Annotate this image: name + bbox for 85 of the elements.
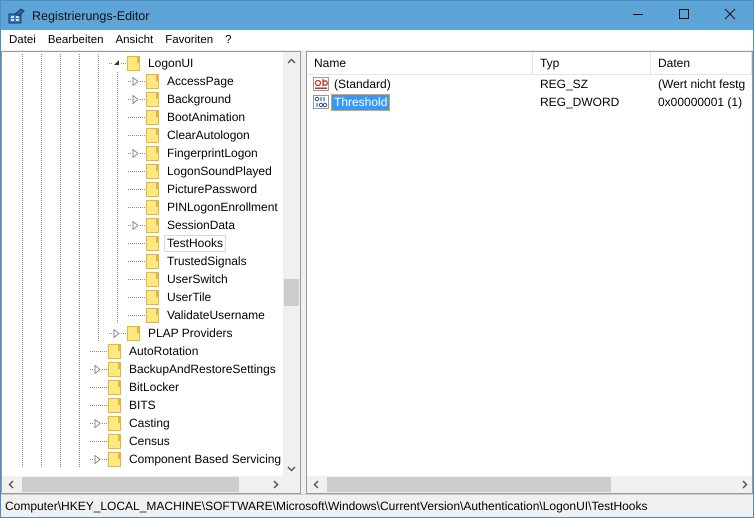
scroll-right-icon[interactable] <box>742 480 748 489</box>
column-header[interactable]: Name <box>307 52 533 74</box>
horizontal-scrollbar[interactable] <box>307 476 752 493</box>
folder-icon <box>127 55 141 71</box>
scroll-down-icon[interactable] <box>287 466 296 472</box>
value-type: REG_DWORD <box>539 95 620 109</box>
menu-item[interactable]: Bearbeiten <box>42 34 110 46</box>
expand-arrow-icon[interactable] <box>132 221 139 230</box>
folder-icon <box>146 109 160 125</box>
tree-item[interactable]: AccessPage <box>164 72 237 90</box>
value-name[interactable]: (Standard) <box>331 76 394 92</box>
folder-icon <box>146 163 160 179</box>
tree-item[interactable]: FingerprintLogon <box>164 144 261 162</box>
folder-icon <box>146 289 160 305</box>
tree-item[interactable]: ClearAutologon <box>164 126 253 144</box>
scroll-right-icon[interactable] <box>273 480 279 489</box>
registry-editor-icon <box>7 8 25 24</box>
window-title: Registrierungs-Editor <box>32 8 150 22</box>
tree-item[interactable]: BitLocker <box>126 378 182 396</box>
vertical-scrollbar[interactable] <box>283 52 300 476</box>
menu-item[interactable]: ? <box>219 34 238 46</box>
tree-item[interactable]: TestHooks <box>164 234 226 252</box>
folder-icon <box>146 199 160 215</box>
column-header[interactable]: Typ <box>533 52 651 74</box>
tree-item[interactable]: BootAnimation <box>164 108 248 126</box>
scroll-thumb[interactable] <box>284 279 299 306</box>
scroll-thumb[interactable] <box>22 477 239 492</box>
tree-item[interactable]: Census <box>126 432 173 450</box>
tree-item[interactable]: UserTile <box>164 288 214 306</box>
scroll-up-icon[interactable] <box>287 58 296 64</box>
string-value-icon <box>313 77 329 91</box>
tree-item[interactable]: PINLogonEnrollment <box>164 198 281 216</box>
folder-icon <box>146 145 160 161</box>
tree-item[interactable]: SessionData <box>164 216 238 234</box>
folder-icon <box>146 181 160 197</box>
tree-item[interactable]: AutoRotation <box>126 342 202 360</box>
scroll-thumb[interactable] <box>327 477 611 492</box>
expand-arrow-icon[interactable] <box>94 455 101 464</box>
folder-icon <box>108 397 122 413</box>
tree-item[interactable]: Component Based Servicing <box>126 450 283 468</box>
folder-icon <box>146 73 160 89</box>
folder-icon <box>108 433 122 449</box>
column-header[interactable]: Daten <box>651 52 752 74</box>
expand-arrow-icon[interactable] <box>94 365 101 374</box>
tree-item[interactable]: Casting <box>126 414 173 432</box>
scroll-left-icon[interactable] <box>313 480 319 489</box>
folder-icon <box>108 343 122 359</box>
expand-arrow-icon[interactable] <box>132 149 139 158</box>
tree-item[interactable]: LogonUI <box>145 54 196 72</box>
tree-item[interactable]: BITS <box>126 396 159 414</box>
folder-icon <box>146 271 160 287</box>
tree-item[interactable]: ValidateUsername <box>164 306 268 324</box>
close-icon <box>724 8 736 20</box>
folder-icon <box>108 379 122 395</box>
folder-icon <box>108 415 122 431</box>
folder-icon <box>146 91 160 107</box>
tree-item[interactable]: PLAP Providers <box>145 324 236 342</box>
folder-icon <box>108 361 122 377</box>
menu-item[interactable]: Datei <box>3 34 42 46</box>
binary-value-icon <box>313 95 329 109</box>
value-type: REG_SZ <box>539 77 590 91</box>
tree-item[interactable]: Background <box>164 90 234 108</box>
expand-arrow-icon[interactable] <box>132 95 139 104</box>
scroll-left-icon[interactable] <box>8 480 14 489</box>
tree-item[interactable]: UserSwitch <box>164 270 231 288</box>
key-path: Computer\HKEY_LOCAL_MACHINE\SOFTWARE\Microsoft\Windows\CurrentVersion\Authentication\LogonUI\TestHooks <box>5 499 648 513</box>
menu-item[interactable]: Ansicht <box>109 34 160 46</box>
expand-arrow-icon[interactable] <box>94 419 101 428</box>
folder-icon <box>146 217 160 233</box>
folder-icon <box>108 451 122 467</box>
value-data: (Wert nicht festg <box>657 77 746 91</box>
folder-icon <box>146 307 160 323</box>
tree-item[interactable]: BackupAndRestoreSettings <box>126 360 279 378</box>
folder-icon <box>146 235 160 251</box>
value-data: 0x00000001 (1) <box>657 95 744 109</box>
tree-item[interactable]: TrustedSignals <box>164 252 250 270</box>
tree-item[interactable]: PicturePassword <box>164 180 260 198</box>
tree-item[interactable]: LogonSoundPlayed <box>164 162 275 180</box>
expand-arrow-icon[interactable] <box>132 77 139 86</box>
folder-icon <box>146 127 160 143</box>
folder-icon <box>127 325 141 341</box>
expand-arrow-icon[interactable] <box>113 329 120 338</box>
folder-icon <box>146 253 160 269</box>
menu-item[interactable]: Favoriten <box>159 34 220 46</box>
maximize-icon <box>678 8 690 20</box>
